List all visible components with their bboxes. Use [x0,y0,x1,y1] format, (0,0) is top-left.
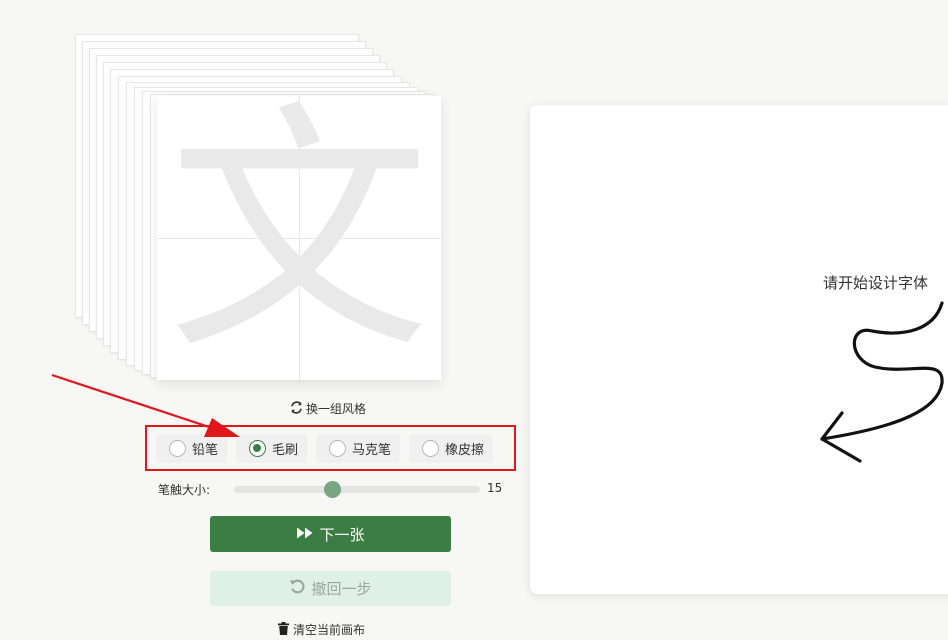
tool-option-label: 橡皮擦 [445,442,485,458]
brush-tool-group: 铅笔 毛刷 马克笔 橡皮擦 [145,425,516,471]
tool-option-label: 铅笔 [192,442,219,458]
radio-button[interactable] [169,439,186,457]
reference-character: 文 [168,96,430,380]
undo-button[interactable]: 撤回一步 [210,571,451,606]
trash-icon [278,621,289,638]
tool-option-pencil[interactable]: 铅笔 [156,433,228,463]
clear-canvas-link[interactable]: 清空当前画布 [278,621,365,638]
undo-button-label: 撤回一步 [311,580,372,598]
radio-button-checked[interactable] [249,439,267,457]
refresh-icon [290,400,303,417]
drawing-canvas[interactable]: 请开始设计字体 [530,105,948,594]
switch-style-link[interactable]: 换一组风格 [290,400,366,417]
next-button-label: 下一张 [319,525,365,544]
reference-card-stack: 文 [0,0,460,390]
tool-option-label: 马克笔 [352,442,392,458]
tool-option-label: 毛刷 [272,442,299,458]
next-button[interactable]: 下一张 [210,516,451,552]
fast-forward-icon [296,525,314,543]
brush-size-value: 15 [487,481,503,495]
brush-size-slider[interactable] [234,481,480,498]
hint-arrow-doodle [820,301,944,463]
radio-button[interactable] [329,439,347,457]
brush-size-label: 笔触大小: [158,483,211,497]
tool-option-brush[interactable]: 毛刷 [236,433,308,463]
tool-option-eraser[interactable]: 橡皮擦 [409,433,494,463]
reference-card: 文 [157,96,441,380]
slider-thumb[interactable] [324,481,342,498]
tool-option-marker[interactable]: 马克笔 [316,433,401,463]
switch-style-label: 换一组风格 [306,402,367,416]
undo-icon [289,578,306,599]
radio-button[interactable] [422,439,440,457]
clear-canvas-label: 清空当前画布 [293,623,366,637]
